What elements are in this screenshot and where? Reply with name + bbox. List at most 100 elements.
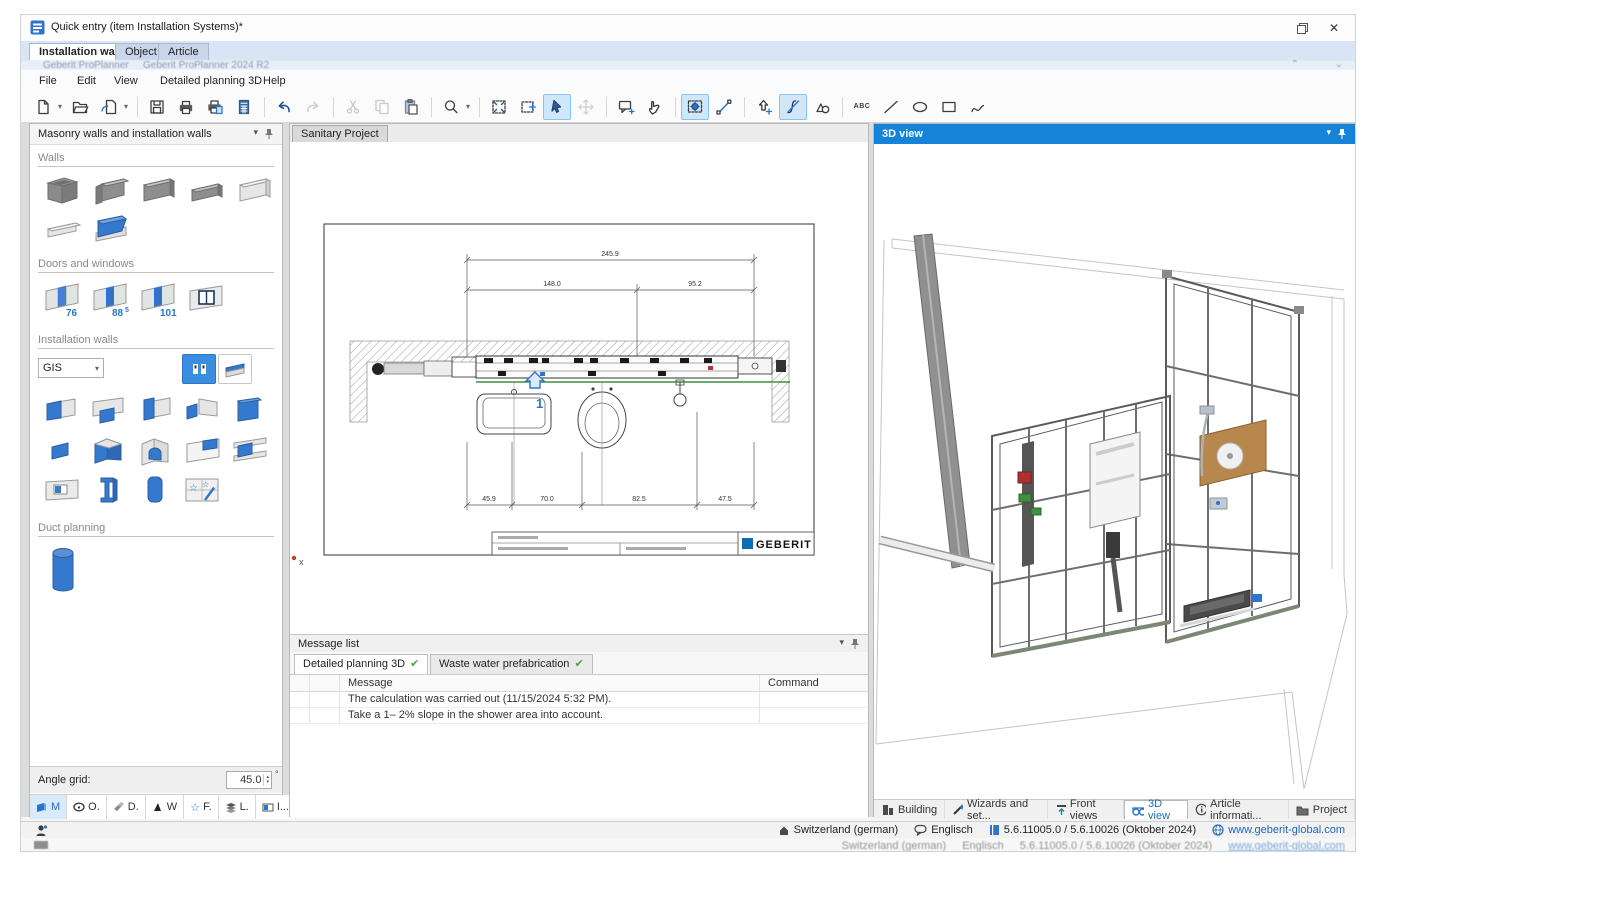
installation-wall-type-9[interactable] [181,432,221,466]
select-elements-button[interactable] [681,94,709,120]
dock-tab-front-views[interactable]: Front views [1048,800,1124,819]
installation-wall-type-13[interactable] [134,472,174,506]
view-mode-panel-toggle[interactable] [218,354,252,384]
save-button[interactable] [143,94,171,120]
dock-tab-article-information[interactable]: Article informati... [1188,800,1288,819]
dock-tab-3d-view[interactable]: 3D view [1124,800,1188,819]
mini-tab-objects[interactable]: O. [67,795,107,819]
undo-button[interactable] [270,94,298,120]
wall-type-corner-icon[interactable] [88,172,132,208]
cut-button[interactable] [339,94,367,120]
wall-type-light-icon[interactable] [232,172,276,208]
arrow-up-button[interactable] [750,94,778,120]
shapes-button[interactable] [808,94,836,120]
installation-wall-type-11[interactable] [40,472,80,506]
pin-icon[interactable] [850,638,860,650]
installation-wall-type-8[interactable] [134,432,174,466]
wall-type-straight-icon[interactable] [136,172,180,208]
3d-view-caret[interactable]: ▾ [1326,127,1331,138]
installation-wall-type-3[interactable] [134,392,174,426]
installation-wall-type-6[interactable] [40,432,80,466]
dock-tab-wizards[interactable]: Wizards and set... [945,800,1048,819]
installation-wall-type-1[interactable] [40,392,80,426]
installation-wall-type-10[interactable] [228,432,268,466]
dock-tab-project[interactable]: Project [1289,800,1355,819]
user-icon[interactable] [35,824,48,837]
spinner-down-icon[interactable]: ▾ [266,780,269,785]
polyline-tool-button[interactable] [964,94,992,120]
installation-wall-type-7[interactable] [87,432,127,466]
tab-sanitary-project[interactable]: Sanitary Project [292,125,388,143]
print-button[interactable] [172,94,200,120]
close-button[interactable]: ✕ [1321,19,1347,37]
view-mode-frame-toggle[interactable] [182,354,216,384]
redo-button[interactable] [299,94,327,120]
menu-edit[interactable]: Edit [73,74,100,88]
calculator-button[interactable] [230,94,258,120]
tab-waste-water-prefabrication[interactable]: Waste water prefabrication ✔ [430,654,593,674]
move-button[interactable] [572,94,600,120]
new-button[interactable] [29,94,57,120]
wall-type-low-icon[interactable] [184,172,228,208]
message-row[interactable]: The calculation was carried out (11/15/2… [290,691,868,708]
message-col-command[interactable]: Command [760,675,868,691]
print-preview-button[interactable] [201,94,229,120]
menu-file[interactable]: File [35,74,61,88]
ellipse-tool-button[interactable] [906,94,934,120]
angle-grid-spinner[interactable]: ▴▾ [263,774,271,786]
text-tool-button[interactable]: ABC [848,94,876,120]
menu-detailed-planning-3d[interactable]: Detailed planning 3D [156,74,266,88]
left-panel-menu-caret[interactable]: ▾ [253,127,258,138]
installation-wall-type-4[interactable] [181,392,221,426]
duct-cylinder-icon[interactable] [48,544,78,596]
installation-wall-type-2[interactable] [87,392,127,426]
status-version[interactable]: 5.6.11005.0 / 5.6.10026 (Oktober 2024) [989,824,1196,836]
mini-tab-masonry[interactable]: M [30,795,67,819]
pin-icon[interactable] [264,128,274,140]
zoom-window-button[interactable] [514,94,542,120]
door-76-icon[interactable]: 76 [40,278,84,320]
wall-type-thin-icon[interactable] [40,212,84,248]
message-col-message[interactable]: Message [340,675,760,691]
hand-tool-button[interactable] [641,94,669,120]
message-row[interactable]: Take a 1– 2% slope in the shower area in… [290,707,868,724]
comment-button[interactable] [612,94,640,120]
door-88-icon[interactable]: 885 [88,278,132,320]
menu-view[interactable]: View [110,74,142,88]
zoom-extents-button[interactable] [485,94,513,120]
tab-article[interactable]: Article [158,43,209,61]
3d-viewport[interactable] [874,144,1355,799]
status-language[interactable]: Englisch [914,824,973,836]
tab-detailed-planning-3d[interactable]: Detailed planning 3D ✔ [294,654,428,674]
open-button[interactable] [66,94,94,120]
rectangle-tool-button[interactable] [935,94,963,120]
paste-button[interactable] [397,94,425,120]
new-dropdown[interactable]: ▾ [58,95,66,119]
measure-button[interactable] [710,94,738,120]
zoom-dropdown[interactable]: ▾ [466,95,474,119]
pin-icon[interactable] [1337,128,1347,140]
mini-tab-layers[interactable]: L. [219,795,256,819]
mini-tab-favorites[interactable]: ☆F. [184,795,218,819]
door-101-icon[interactable]: 101 [136,278,180,320]
import-button[interactable] [95,94,123,120]
message-list-caret[interactable]: ▾ [839,637,844,648]
installation-wall-wizard[interactable]: ☆☆ [181,472,221,506]
slope-toggle-button[interactable] [779,94,807,120]
dock-tab-building[interactable]: Building [874,800,945,819]
status-region[interactable]: Switzerland (german) [778,824,899,836]
copy-button[interactable] [368,94,396,120]
wall-type-prewall-icon[interactable] [88,212,132,248]
system-select[interactable]: GIS ▾ [38,358,104,378]
installation-wall-type-12[interactable] [87,472,127,506]
wall-type-room-icon[interactable] [40,172,84,208]
restore-button[interactable] [1289,19,1315,37]
select-button[interactable] [543,94,571,120]
zoom-button[interactable] [437,94,465,120]
mini-tab-ducts[interactable]: D. [107,795,146,819]
line-tool-button[interactable] [877,94,905,120]
import-dropdown[interactable]: ▾ [124,95,132,119]
window-icon[interactable] [184,278,228,320]
angle-grid-input[interactable]: 45.0 ▴▾ [226,771,272,789]
mini-tab-wizards[interactable]: W [146,795,184,819]
